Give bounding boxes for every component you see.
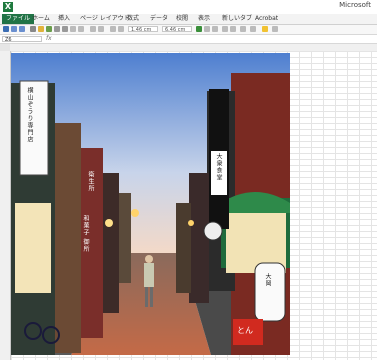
title-bar: X Microsoft [0,0,377,14]
group-icon[interactable] [54,26,60,32]
app-name: Microsoft [339,1,371,9]
effects-icon[interactable] [118,26,124,32]
tab-review[interactable]: 校閲 [176,14,188,24]
zoom-icon[interactable] [250,26,256,32]
more-icon[interactable] [272,26,278,32]
save-icon[interactable] [3,26,9,32]
redo-icon[interactable] [19,26,25,32]
tab-data[interactable]: データ [150,14,168,24]
quick-toolbar: 1.46 cm 6.46 cm [0,25,377,35]
sign-right-tall: 大衆食堂 [215,153,222,181]
tab-home[interactable]: ホーム [32,14,50,24]
format-icon[interactable] [30,26,36,32]
width-field[interactable]: 6.46 cm [162,26,192,33]
tab-formulas[interactable]: 数式 [127,14,139,24]
bring-forward-icon[interactable] [204,26,210,32]
rotate-icon[interactable] [78,26,84,32]
ribbon-tabs: ファイル ホーム 挿入 ページ レイアウト 数式 データ 校閲 表示 新しいタブ… [0,14,377,25]
tab-file[interactable]: ファイル [2,14,35,24]
undo-icon[interactable] [11,26,17,32]
crop-icon[interactable] [90,26,96,32]
sign-left-big: 横山ぞうり専門店 [26,87,33,143]
folder-icon[interactable] [262,26,268,32]
name-box[interactable]: Z6 [2,36,42,43]
excel-icon[interactable]: X [3,2,13,12]
tab-acrobat[interactable]: Acrobat [255,14,278,24]
align-icon[interactable] [62,26,68,32]
row-header[interactable] [0,51,11,360]
shape-icon[interactable] [46,26,52,32]
fill-icon[interactable] [38,26,44,32]
sign-right-round: 大岡 [264,273,271,287]
height-field[interactable]: 1.46 cm [128,26,158,33]
tab-view[interactable]: 表示 [198,14,210,24]
street-illustration[interactable]: 横山ぞうり専門店 衛生所 和菓子 御所 大衆食堂 大岡 とん [11,53,290,355]
distribute-icon[interactable] [230,26,236,32]
border-icon[interactable] [110,26,116,32]
send-backward-icon[interactable] [212,26,218,32]
selection-icon[interactable] [222,26,228,32]
arrange-icon[interactable] [70,26,76,32]
sign-corner-red: とん [237,326,253,335]
tab-new[interactable]: 新しいタブ [222,14,252,24]
tab-insert[interactable]: 挿入 [58,14,70,24]
lines-icon[interactable] [240,26,246,32]
picture-style-icon[interactable] [98,26,104,32]
tab-page-layout[interactable]: ページ レイアウト [80,14,130,24]
sign-left-lower: 和菓子 御所 [82,215,89,253]
sign-left-small: 衛生所 [87,171,94,192]
formula-bar: Z6 fx [0,35,377,44]
street-svg [11,53,290,355]
fx-label[interactable]: fx [46,35,52,42]
green-icon[interactable] [196,26,202,32]
